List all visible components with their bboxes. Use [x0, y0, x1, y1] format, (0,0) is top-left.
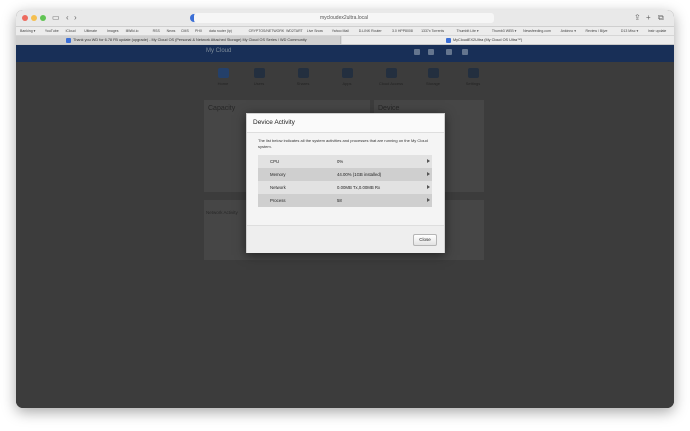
bookmark-item[interactable]: Yahoo Mail — [332, 28, 349, 34]
chevron-right-icon[interactable] — [427, 198, 430, 202]
bookmark-item[interactable]: D13 Misc ▾ — [621, 28, 638, 34]
new-tab-icon[interactable]: + — [646, 12, 651, 24]
dialog-description: The list below indicates all the system … — [258, 138, 428, 149]
dialog-title: Device Activity — [253, 119, 295, 126]
bookmark-item[interactable]: WD2TART — [286, 28, 303, 34]
browser-window: ▭ ‹ › mycloudex2ultra.local ⇪ + ⧉ Bankin… — [16, 10, 674, 408]
favicon-icon — [66, 37, 71, 43]
bookmark-item[interactable]: Newsfeeding.com — [523, 28, 551, 34]
dialog-header: Device Activity — [247, 114, 444, 133]
bookmark-item[interactable]: IllWiki.io — [126, 28, 139, 34]
tab-mycloud[interactable]: MyCloudEX2Ultra (My Cloud OS Ultra™) — [342, 36, 674, 44]
row-label: Network — [270, 185, 286, 190]
bookmark-item[interactable]: CMS — [181, 28, 189, 34]
row-label: Process — [270, 198, 286, 203]
tab-overview-icon[interactable]: ⧉ — [658, 12, 664, 24]
tab-title: MyCloudEX2Ultra (My Cloud OS Ultra™) — [453, 38, 523, 42]
bookmark-item[interactable]: Instr update — [648, 28, 666, 34]
chevron-right-icon[interactable] — [427, 159, 430, 163]
back-icon[interactable]: ‹ — [66, 12, 69, 24]
tab-community[interactable]: Thank you WD for 6.78 FB update (upgrade… — [16, 36, 341, 44]
activity-row-cpu[interactable]: CPU 0% — [258, 155, 432, 168]
bookmark-item[interactable]: PHX — [195, 28, 202, 34]
maximize-window-button[interactable] — [40, 15, 46, 21]
chevron-right-icon[interactable] — [427, 172, 430, 176]
bookmark-item[interactable]: News — [167, 28, 176, 34]
share-icon[interactable]: ⇪ — [634, 12, 641, 24]
favicon-icon — [446, 37, 451, 43]
dialog-footer: Close — [247, 225, 444, 253]
close-button[interactable]: Close — [413, 234, 437, 246]
row-value: 0% — [337, 159, 344, 164]
bookmark-item[interactable]: Banking ▾ — [20, 28, 35, 34]
device-activity-dialog: Device Activity The list below indicates… — [246, 113, 445, 253]
bookmark-item[interactable]: YouTube — [45, 28, 59, 34]
sidebar-toggle-icon[interactable]: ▭ — [52, 12, 60, 24]
address-bar[interactable]: mycloudex2ultra.local — [194, 13, 494, 23]
tab-bar: Thank you WD for 6.78 FB update (upgrade… — [16, 36, 674, 45]
bookmark-item[interactable]: Ankinno ▾ — [561, 28, 576, 34]
close-window-button[interactable] — [22, 15, 28, 21]
tab-title: Thank you WD for 6.78 FB update (upgrade… — [73, 38, 307, 42]
row-value: 0.00MB Tx,0.00MB Rx — [337, 185, 381, 190]
forward-icon[interactable]: › — [74, 12, 77, 24]
bookmark-item[interactable]: Images — [107, 28, 118, 34]
bookmark-item[interactable]: CRYPTOS/NETWORK — [249, 28, 285, 34]
activity-row-process[interactable]: Process 58 — [258, 194, 432, 207]
chevron-right-icon[interactable] — [427, 185, 430, 189]
bookmark-item[interactable]: ThumbIt Lite ▾ — [457, 28, 479, 34]
activity-row-memory[interactable]: Memory 44.00% (1GB installed) — [258, 168, 432, 181]
bookmark-item[interactable]: Ultimate — [84, 28, 97, 34]
bookmark-item[interactable]: D-LINK Router — [359, 28, 382, 34]
bookmark-item[interactable]: Live Snow — [307, 28, 323, 34]
row-label: CPU — [270, 159, 280, 164]
bookmark-item[interactable]: Review / Bijve — [586, 28, 608, 34]
minimize-window-button[interactable] — [31, 15, 37, 21]
bookmark-item[interactable]: RSS — [153, 28, 160, 34]
bookmarks-bar: Banking ▾ YouTube iCloud Ultimate Images IllW… — [16, 27, 674, 36]
activity-row-network[interactable]: Network 0.00MB Tx,0.00MB Rx — [258, 181, 432, 194]
row-label: Memory — [270, 172, 286, 177]
bookmark-item[interactable]: 3.0 HPP8008 — [392, 28, 413, 34]
browser-titlebar: ▭ ‹ › mycloudex2ultra.local ⇪ + ⧉ — [16, 10, 674, 27]
bookmark-item[interactable]: 1337x Torrents — [421, 28, 444, 34]
row-value: 58 — [337, 198, 342, 203]
bookmark-item[interactable]: Thumb3 WEB ▾ — [492, 28, 517, 34]
bookmark-item[interactable]: iCloud — [66, 28, 76, 34]
bookmark-item[interactable]: data router (ip) — [209, 28, 232, 34]
row-value: 44.00% (1GB installed) — [337, 172, 382, 177]
activity-table: CPU 0% Memory 44.00% (1GB installed) Net… — [258, 155, 432, 207]
